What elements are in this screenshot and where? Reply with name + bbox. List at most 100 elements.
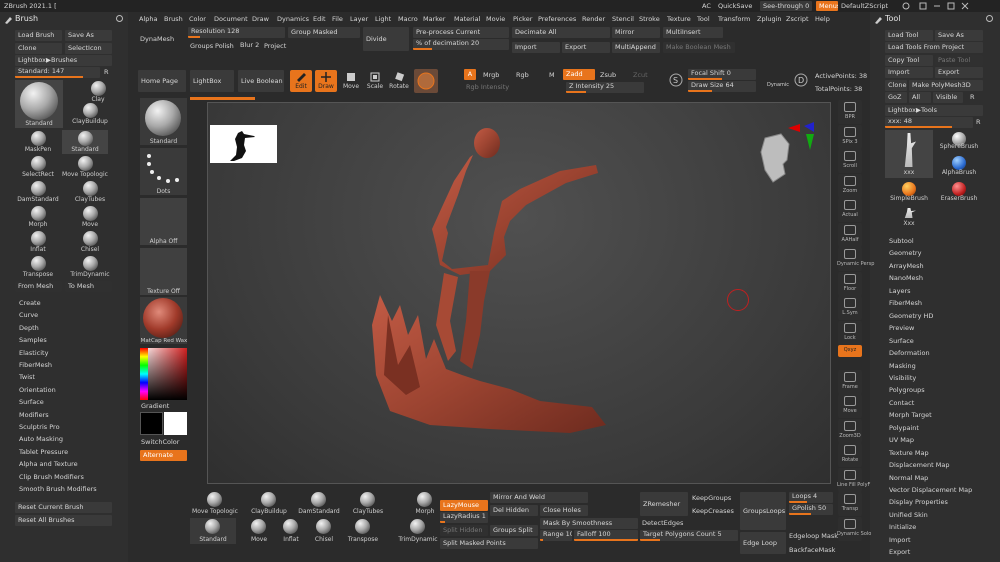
tool-panel-options-icon[interactable]	[985, 14, 994, 25]
color-hue-ring[interactable]	[140, 348, 148, 400]
menu-movie[interactable]: Movie	[486, 15, 505, 23]
bottom-brush-tile[interactable]: Transpose	[340, 518, 386, 544]
menu-marker[interactable]: Marker	[423, 15, 445, 23]
tool-menu-item[interactable]: Morph Target	[889, 411, 932, 419]
tool-menu-item[interactable]: Deformation	[889, 349, 930, 357]
lightbox-button[interactable]: LightBox	[190, 70, 234, 92]
right-shelf-spix-3-button[interactable]: SPix 3	[838, 124, 862, 149]
tool-menu-item[interactable]: NanoMesh	[889, 274, 923, 282]
menu-help[interactable]: Help	[815, 15, 830, 23]
right-shelf-transp-button[interactable]: Transp	[838, 492, 862, 516]
mirror-and-weld-button[interactable]: Mirror And Weld	[490, 492, 588, 503]
brush-tile[interactable]: DamStandard	[15, 180, 61, 204]
zcut-toggle[interactable]: Zcut	[633, 71, 648, 79]
bottom-brush-tile[interactable]: Morph	[400, 492, 450, 516]
brush-menu-item[interactable]: Alpha and Texture	[19, 460, 78, 468]
gradient-label[interactable]: Gradient	[141, 402, 169, 410]
reset-all-brushes-button[interactable]: Reset All Brushes	[15, 515, 112, 526]
lightbox-tools-button[interactable]: Lightbox▶Tools	[885, 105, 983, 116]
right-shelf-frame-button[interactable]: Frame	[838, 369, 862, 394]
menu-dynamics[interactable]: Dynamics	[277, 15, 309, 23]
del-hidden-button[interactable]: Del Hidden	[490, 505, 538, 516]
tool-export-button[interactable]: Export	[935, 67, 983, 78]
rotate-mode-button[interactable]: Rotate	[388, 70, 410, 92]
split-masked-points-button[interactable]: Split Masked Points	[440, 538, 538, 549]
brush-panel-options-icon[interactable]	[115, 14, 124, 25]
make-polymesh-button[interactable]: Make PolyMesh3D	[909, 80, 983, 91]
right-shelf-scroll-button[interactable]: Scroll	[838, 149, 862, 173]
standard-brush-slider[interactable]: Standard: 147	[15, 67, 100, 78]
tool-tile-simplebrush[interactable]: SimpleBrush	[885, 180, 933, 204]
alternate-button[interactable]: Alternate	[140, 450, 187, 461]
gpolish-slider[interactable]: GPolish 50	[789, 504, 833, 515]
tool-menu-item[interactable]: Displacement Map	[889, 461, 949, 469]
project-toggle[interactable]: Project	[264, 42, 286, 50]
tool-save-as-button[interactable]: Save As	[935, 30, 983, 41]
menu-material[interactable]: Material	[454, 15, 480, 23]
tool-menu-item[interactable]: Geometry HD	[889, 312, 933, 320]
primary-color-swatch[interactable]	[140, 412, 163, 435]
rgb-toggle[interactable]: Rgb	[516, 71, 529, 79]
bottom-brush-tile[interactable]: Standard	[190, 518, 236, 544]
tool-menu-item[interactable]: Polygroups	[889, 386, 925, 394]
tool-menu-item[interactable]: Polypaint	[889, 424, 919, 432]
brush-menu-item[interactable]: Auto Masking	[19, 435, 63, 443]
dynamesh-button[interactable]: DynaMesh	[140, 35, 174, 43]
brush-menu-item[interactable]: FiberMesh	[19, 361, 52, 369]
move-mode-button[interactable]: Move	[340, 70, 362, 92]
right-shelf-lock-button[interactable]: Lock	[838, 320, 862, 345]
decimate-all-button[interactable]: Decimate All	[512, 27, 610, 38]
tool-r-button[interactable]: R	[970, 93, 975, 101]
right-shelf-rotate-button[interactable]: Rotate	[838, 443, 862, 467]
draw-d-icon[interactable]: D	[793, 72, 809, 90]
loops-slider[interactable]: Loops 4	[789, 492, 833, 503]
dynamic-toggle[interactable]: Dynamic	[767, 82, 789, 88]
menu-render[interactable]: Render	[582, 15, 605, 23]
brush-menu-item[interactable]: Orientation	[19, 386, 56, 394]
brush-menu-item[interactable]: Sculptris Pro	[19, 423, 60, 431]
see-through-slider[interactable]: See-through 0	[760, 1, 812, 11]
select-icon-button[interactable]: SelectIcon	[65, 43, 112, 54]
brush-tile[interactable]: Standard	[62, 130, 108, 154]
mirror-button[interactable]: Mirror	[612, 27, 660, 38]
import-button[interactable]: Import	[512, 42, 560, 53]
axis-gizmo[interactable]	[786, 120, 816, 156]
menu-color[interactable]: Color	[189, 15, 206, 23]
brush-tile[interactable]: Move Topologic	[62, 155, 108, 179]
range-slider[interactable]: Range 10	[540, 530, 572, 541]
sculpt-model[interactable]	[370, 125, 610, 445]
zremesher-button[interactable]: ZRemesher	[640, 492, 688, 516]
decimation-slider[interactable]: % of decimation 20	[413, 39, 509, 50]
right-shelf-zoom3d-button[interactable]: Zoom3D	[838, 418, 862, 443]
default-zscript[interactable]: DefaultZScript	[841, 2, 888, 10]
keepcreases-toggle[interactable]: KeepCreases	[692, 507, 734, 515]
ac-label[interactable]: AC	[702, 2, 711, 10]
window-controls[interactable]	[900, 1, 996, 11]
tool-clone-button[interactable]: Clone	[885, 80, 907, 91]
menu-document[interactable]: Document	[214, 15, 248, 23]
menu-brush[interactable]: Brush	[164, 15, 183, 23]
menu-preferences[interactable]: Preferences	[538, 15, 576, 23]
brush-tile[interactable]: ClayTubes	[67, 180, 113, 204]
z-intensity-slider[interactable]: Z Intensity 25	[566, 82, 644, 93]
quicksave-button[interactable]: QuickSave	[718, 2, 752, 10]
brush-tile[interactable]: Transpose	[15, 255, 61, 279]
brush-tile[interactable]: Move	[67, 205, 113, 229]
draw-size-slider[interactable]: Draw Size 64	[688, 81, 756, 92]
menu-alpha[interactable]: Alpha	[139, 15, 157, 23]
tool-menu-item[interactable]: Display Properties	[889, 498, 948, 506]
tool-menu-item[interactable]: Texture Map	[889, 449, 929, 457]
zadd-toggle[interactable]: Zadd	[563, 69, 595, 80]
bottom-brush-tile[interactable]: ClayTubes	[343, 492, 393, 516]
draw-mode-button[interactable]: Draw	[315, 70, 337, 92]
tool-menu-item[interactable]: FiberMesh	[889, 299, 922, 307]
rgb-intensity-slider[interactable]: Rgb Intensity	[466, 83, 509, 91]
resolution-slider[interactable]: Resolution 128	[188, 27, 285, 38]
visible-button[interactable]: Visible	[933, 92, 963, 103]
spotlight-s-icon[interactable]: S	[668, 72, 684, 90]
menu-transform[interactable]: Transform	[718, 15, 750, 23]
brush-tile[interactable]: Chisel	[67, 230, 113, 254]
right-shelf-dynamic-solo-button[interactable]: Dynamic Solo	[837, 516, 871, 541]
brush-menu-item[interactable]: Tablet Pressure	[19, 448, 68, 456]
tool-xxx-slider[interactable]: xxx: 48	[885, 117, 973, 128]
